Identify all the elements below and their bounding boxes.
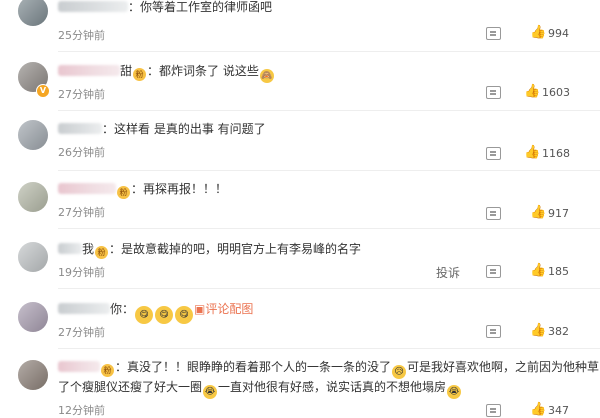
username-blurred[interactable]	[58, 1, 128, 12]
comment-body: ：你等着工作室的律师函吧	[58, 0, 272, 16]
thumbs-up-icon[interactable]: 👍	[530, 403, 546, 417]
username-blurred[interactable]	[58, 303, 110, 314]
comment-text: 一直对他很有好感，说实话真的不想他塌房	[218, 380, 447, 394]
fan-badge-icon: 粉	[95, 246, 109, 259]
fan-badge-icon: 粉	[133, 68, 147, 81]
like-count: 382	[548, 325, 569, 338]
comment-time: 25分钟前	[58, 29, 105, 42]
comment-body: 我粉：是故意截掉的吧，明明官方上有李易峰的名字	[58, 240, 361, 259]
like-count: 347	[548, 404, 569, 417]
comment-time: 27分钟前	[58, 326, 105, 339]
thumbs-up-icon[interactable]: 👍	[524, 85, 540, 99]
comment-text: 再探再报！！！	[143, 182, 228, 196]
username-blurred[interactable]	[58, 65, 120, 76]
avatar[interactable]	[18, 302, 48, 332]
comment-icon[interactable]	[486, 86, 501, 99]
like-count: 185	[548, 265, 569, 278]
divider	[58, 110, 600, 111]
comment-icon[interactable]	[486, 325, 501, 338]
thumbs-up-icon[interactable]: 👍	[530, 324, 546, 338]
divider	[58, 170, 600, 171]
comment-text: 了个瘦腿仪还瘦了好大一圈	[58, 380, 203, 394]
like-count: 917	[548, 207, 569, 220]
comment-time: 12分钟前	[58, 404, 105, 417]
divider	[58, 288, 600, 289]
comment-image-link[interactable]: ▣评论配图	[194, 302, 253, 316]
divider	[58, 228, 600, 229]
divider	[58, 348, 600, 349]
comment-text: 都炸词条了 说这些	[159, 64, 259, 78]
report-button[interactable]: 投诉	[436, 264, 460, 281]
comment-icon[interactable]	[486, 147, 501, 160]
comment-body: ：这样看 是真的出事 有问题了	[58, 120, 266, 138]
comment-time: 26分钟前	[58, 146, 105, 159]
username-blurred[interactable]	[58, 243, 82, 254]
comment-icon[interactable]	[486, 265, 501, 278]
comment-body-line2: 了个瘦腿仪还瘦了好大一圈 😭 一直对他很有好感，说实话真的不想他塌房 😭	[58, 378, 462, 399]
emoji-icon: 😋	[135, 306, 154, 324]
emoji-icon: 🙈	[259, 69, 274, 83]
avatar[interactable]	[18, 120, 48, 150]
avatar[interactable]	[18, 182, 48, 212]
comment-body: 甜粉：都炸词条了 说这些 🙈	[58, 62, 275, 83]
fan-badge-icon: 粉	[101, 364, 114, 377]
comment-text: 你等着工作室的律师函吧	[140, 0, 273, 14]
comment-text: 是故意截掉的吧，明明官方上有李易峰的名字	[121, 242, 362, 256]
comment-icon[interactable]	[486, 27, 501, 40]
username-blurred[interactable]	[58, 123, 102, 134]
thumbs-up-icon[interactable]: 👍	[524, 146, 540, 160]
thumbs-up-icon[interactable]: 👍	[530, 264, 546, 278]
comment-text: 真没了！！眼睁睁的看着那个人的一条一条的没了	[127, 360, 392, 374]
username-blurred[interactable]	[58, 361, 100, 372]
vip-badge-icon: V	[36, 84, 50, 98]
comment-list: ：你等着工作室的律师函吧 25分钟前 👍 994 V 甜粉：都炸词条了 说这些 🙈…	[0, 0, 600, 417]
emoji-icon: 😭	[203, 385, 218, 399]
like-count: 1168	[542, 147, 570, 160]
comment-icon[interactable]	[486, 404, 501, 417]
comment-time: 27分钟前	[58, 88, 105, 101]
like-count: 994	[548, 27, 569, 40]
username[interactable]: 你	[110, 302, 122, 316]
thumbs-up-icon[interactable]: 👍	[530, 26, 546, 40]
emoji-icon: 😋	[175, 306, 194, 324]
username[interactable]: 我	[82, 242, 94, 256]
avatar[interactable]	[18, 242, 48, 272]
comment-body: 粉：再探再报！！！	[58, 180, 227, 199]
comment-text: 可是我好喜欢他啊，之前因为他种草	[407, 360, 600, 374]
emoji-icon: 😥	[392, 365, 407, 379]
emoji-icon: 😋	[155, 306, 174, 324]
avatar[interactable]	[18, 0, 48, 26]
comment-icon[interactable]	[486, 207, 501, 220]
comment-text: 这样看 是真的出事 有问题了	[114, 122, 266, 136]
thumbs-up-icon[interactable]: 👍	[530, 206, 546, 220]
fan-badge-icon: 粉	[117, 186, 130, 199]
avatar[interactable]	[18, 360, 48, 390]
comment-time: 27分钟前	[58, 206, 105, 219]
comment-time: 19分钟前	[58, 266, 105, 279]
divider	[58, 51, 600, 52]
comment-body: 你： 😋 😋 😋 ▣评论配图	[58, 300, 253, 324]
emoji-icon: 😭	[447, 385, 462, 399]
like-count: 1603	[542, 86, 570, 99]
username-blurred[interactable]	[58, 183, 116, 194]
comment-body: 粉：真没了！！眼睁睁的看着那个人的一条一条的没了 😥 可是我好喜欢他啊，之前因为他种…	[58, 358, 599, 379]
